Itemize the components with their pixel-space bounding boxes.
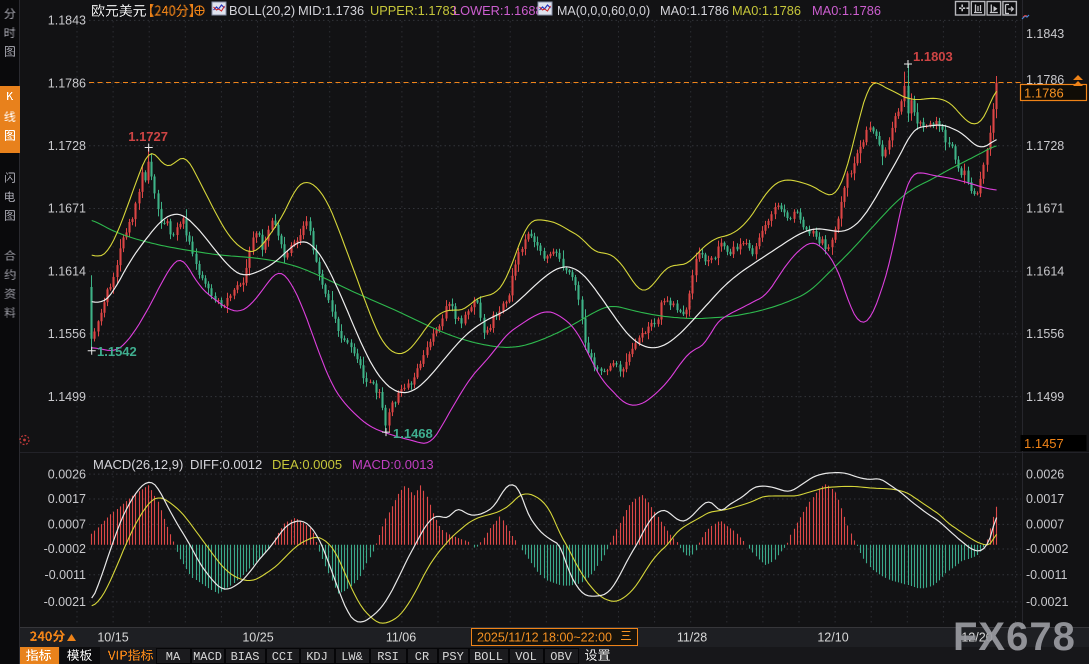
svg-text:CR: CR [415,650,429,664]
svg-text:MACD: MACD [193,650,222,664]
svg-text:10/15: 10/15 [97,631,128,645]
svg-text:KDJ: KDJ [306,650,328,664]
svg-text:10/25: 10/25 [242,631,273,645]
svg-text:BIAS: BIAS [231,650,260,664]
svg-text:BOLL: BOLL [474,650,503,664]
svg-text:RSI: RSI [377,650,399,664]
svg-text:12/10: 12/10 [817,631,848,645]
svg-text:OBV: OBV [550,650,572,664]
svg-text:CCI: CCI [272,650,294,664]
svg-text:VOL: VOL [515,650,537,664]
svg-text:PSY: PSY [442,650,464,664]
svg-text:11/28: 11/28 [677,631,707,645]
svg-text:11/06: 11/06 [386,631,416,645]
svg-text:2025/11/12 18:00~22:00: 2025/11/12 18:00~22:00 [477,631,612,645]
svg-text:MA: MA [166,650,181,664]
svg-text:LW&: LW& [341,650,363,664]
